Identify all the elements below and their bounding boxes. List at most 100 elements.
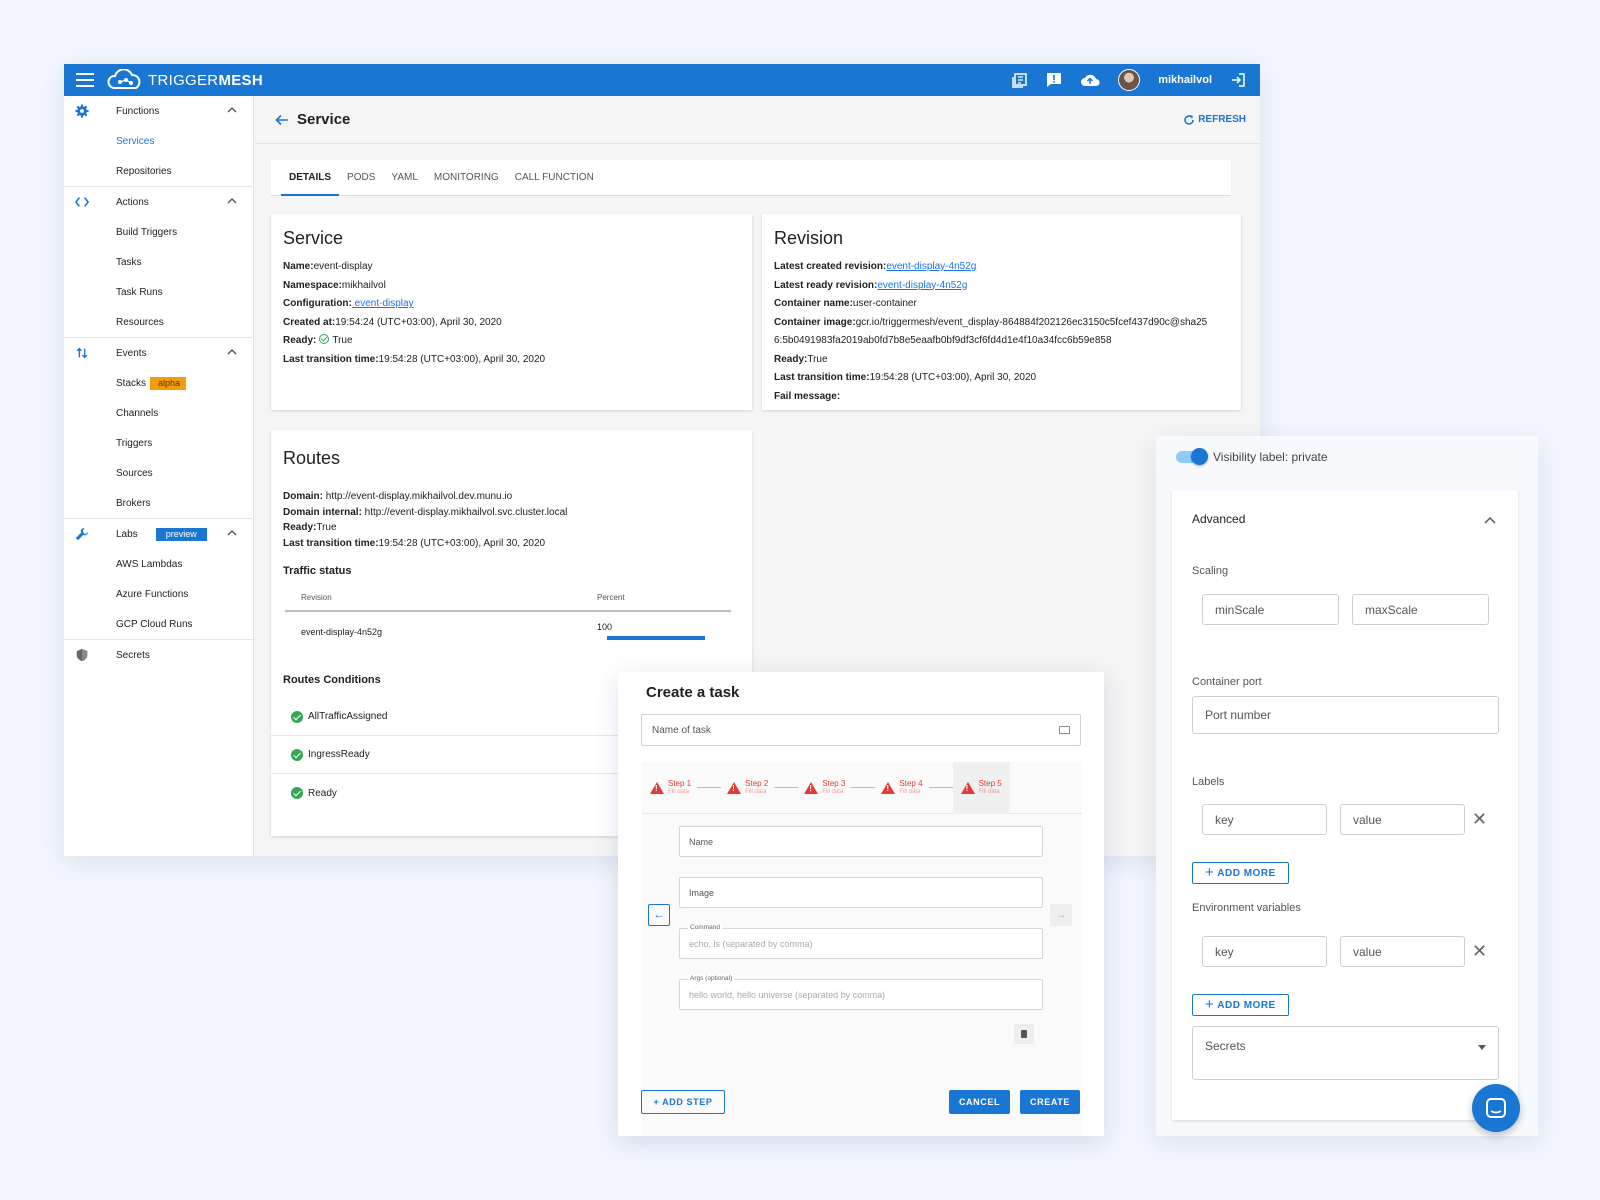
sidebar-item-build-triggers[interactable]: Build Triggers [64, 217, 253, 247]
env-value-input[interactable]: value [1340, 936, 1465, 967]
chevron-up-icon[interactable] [227, 528, 237, 538]
kv-value: 19:54:28 (UTC+03:00), April 30, 2020 [869, 372, 1037, 383]
kv-key: Ready: [774, 353, 808, 365]
step-label: Step 5 [978, 778, 1002, 788]
service-created-row: Created at:19:54:24 (UTC+03:00), April 3… [283, 314, 740, 333]
latest-created-link[interactable]: event-display-4n52g [886, 261, 976, 272]
prev-step-arrow-icon[interactable]: ← [648, 904, 670, 926]
configuration-link[interactable]: event-display [352, 298, 414, 309]
tab-monitoring[interactable]: MONITORING [426, 160, 507, 196]
warning-icon [650, 781, 664, 794]
delete-step-trash-icon[interactable] [1014, 1024, 1034, 1044]
command-label: Command [688, 924, 722, 931]
label-value-input[interactable]: value [1340, 804, 1465, 835]
sidebar-item-services[interactable]: Services [64, 126, 253, 156]
kv-value: True [332, 335, 353, 346]
sidebar-item-repositories[interactable]: Repositories [64, 156, 253, 186]
nav-head-events[interactable]: Events [64, 338, 253, 368]
step-name-input[interactable]: Name [679, 826, 1043, 857]
revision-transition-row: Last transition time:19:54:28 (UTC+03:00… [774, 369, 1229, 388]
sidebar-item-resources[interactable]: Resources [64, 307, 253, 337]
add-step-button[interactable]: + ADD STEP [641, 1090, 725, 1114]
username[interactable]: mikhailvol [1158, 74, 1212, 86]
step-2[interactable]: Step 2Fill data [727, 778, 769, 796]
remove-env-close-icon[interactable]: ✕ [1472, 942, 1487, 960]
nav-head-labs[interactable]: Labs preview [64, 519, 253, 549]
command-input[interactable]: Command echo, ls (separated by comma) [679, 924, 1043, 959]
kv-key: Ready: [283, 522, 317, 533]
tab-pods[interactable]: PODS [339, 160, 383, 196]
step-label: Step 2 [745, 778, 769, 788]
traffic-progress-bar [607, 635, 705, 640]
sidebar-item-secrets[interactable]: Secrets [64, 640, 253, 670]
visibility-toggle[interactable] [1176, 448, 1208, 465]
chevron-up-icon[interactable] [1484, 516, 1496, 524]
container-port-label: Container port [1192, 676, 1262, 688]
kv-key: Domain: [283, 491, 323, 502]
chevron-up-icon[interactable] [227, 196, 237, 206]
docs-icon[interactable] [1012, 72, 1028, 88]
step-text: Step 5 Fill data [978, 778, 1002, 796]
feedback-icon[interactable] [1046, 72, 1062, 88]
sidebar-item-brokers[interactable]: Brokers [64, 488, 253, 518]
min-scale-input[interactable]: minScale [1202, 594, 1339, 625]
logout-icon[interactable] [1230, 72, 1246, 88]
add-more-labels-button[interactable]: + ADD MORE [1192, 862, 1289, 884]
brand-logo[interactable]: TRIGGER MESH [106, 69, 263, 91]
preview-badge: preview [155, 527, 207, 541]
sidebar-item-stacks[interactable]: Stacks alpha [64, 368, 253, 398]
nav-head-actions[interactable]: Actions [64, 187, 253, 217]
next-step-arrow-icon[interactable]: → [1050, 904, 1072, 926]
add-more-env-button[interactable]: + ADD MORE [1192, 994, 1289, 1016]
args-input[interactable]: Args (optional) hello world, hello univer… [679, 975, 1043, 1010]
advanced-title[interactable]: Advanced [1192, 512, 1245, 526]
revision-card: Revision Latest created revision:event-d… [762, 214, 1241, 410]
sidebar-item-channels[interactable]: Channels [64, 398, 253, 428]
tab-yaml[interactable]: YAML [383, 160, 426, 196]
condition-label: AllTrafficAssigned [308, 711, 388, 722]
sidebar-item-azure-functions[interactable]: Azure Functions [64, 579, 253, 609]
hamburger-menu-icon[interactable] [76, 73, 94, 87]
max-scale-input[interactable]: maxScale [1352, 594, 1489, 625]
task-name-input[interactable]: Name of task [641, 714, 1081, 746]
nav-group-events: Events Stacks alpha Channels Triggers Sou… [64, 338, 253, 519]
latest-ready-link[interactable]: event-display-4n52g [877, 280, 967, 291]
sidebar-item-task-runs[interactable]: Task Runs [64, 277, 253, 307]
sidebar-item-gcp-cloud-runs[interactable]: GCP Cloud Runs [64, 609, 253, 639]
label-key-input[interactable]: key [1202, 804, 1327, 835]
remove-label-close-icon[interactable]: ✕ [1472, 810, 1487, 828]
refresh-button[interactable]: REFRESH [1183, 114, 1246, 126]
chevron-up-icon[interactable] [227, 347, 237, 357]
env-vars-label: Environment variables [1192, 902, 1301, 914]
chevron-up-icon[interactable] [227, 105, 237, 115]
step-3[interactable]: Step 3Fill data [804, 779, 845, 796]
nav-head-functions[interactable]: Functions [64, 96, 253, 126]
step-image-input[interactable]: Image [679, 877, 1043, 908]
chat-widget-button[interactable] [1472, 1084, 1520, 1132]
env-key-input[interactable]: key [1202, 936, 1327, 967]
traffic-table: Revision Percent event-display-4n52g 100 [285, 585, 731, 652]
cancel-button[interactable]: CANCEL [949, 1090, 1010, 1114]
step-4[interactable]: Step 4Fill data [881, 779, 923, 796]
sidebar-item-triggers[interactable]: Triggers [64, 428, 253, 458]
step-text: Step 1 Fill data [668, 779, 691, 796]
create-button[interactable]: CREATE [1020, 1090, 1080, 1114]
step-1[interactable]: Step 1Fill data [650, 779, 691, 796]
avatar[interactable] [1118, 69, 1141, 91]
back-arrow-icon[interactable] [275, 113, 289, 127]
step-5[interactable]: Step 5Fill data [952, 761, 1010, 814]
sidebar-item-sources[interactable]: Sources [64, 458, 253, 488]
revision-ready-row: Ready:True [774, 351, 1229, 370]
routes-ready-row: Ready:True [283, 520, 740, 536]
gear-icon [75, 104, 89, 118]
tab-call-function[interactable]: CALL FUNCTION [507, 160, 602, 196]
cloud-upload-icon[interactable] [1080, 73, 1100, 87]
refresh-icon [1184, 114, 1194, 125]
kv-value: 19:54:28 (UTC+03:00), April 30, 2020 [378, 537, 546, 549]
port-number-input[interactable]: Port number [1192, 696, 1499, 734]
warning-icon [804, 781, 819, 794]
sidebar-item-tasks[interactable]: Tasks [64, 247, 253, 277]
tab-details[interactable]: DETAILS [281, 160, 340, 196]
secrets-select[interactable]: Secrets [1192, 1026, 1499, 1080]
sidebar-item-aws-lambdas[interactable]: AWS Lambdas [64, 549, 253, 579]
